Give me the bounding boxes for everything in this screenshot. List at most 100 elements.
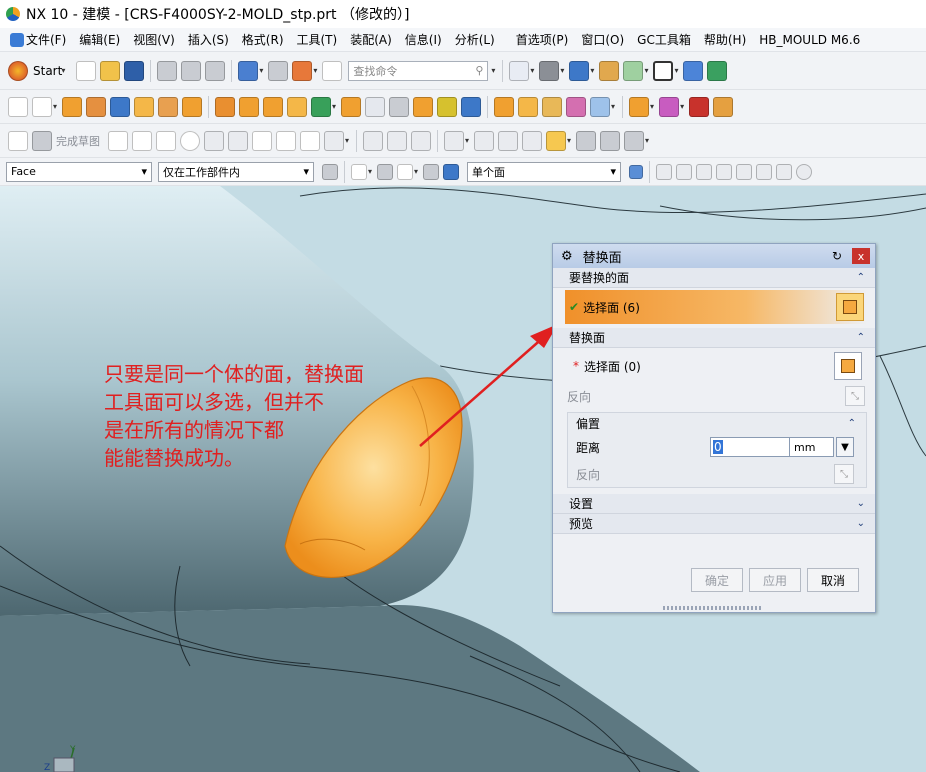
reverse-direction-button[interactable]: ⤡	[845, 386, 865, 406]
offset-face-icon[interactable]	[413, 96, 434, 117]
command-search-input[interactable]: 查找命令 ⚲	[348, 60, 489, 81]
save-icon[interactable]	[124, 60, 145, 81]
background-color-icon[interactable]	[653, 60, 674, 81]
pattern-face-icon[interactable]	[263, 96, 284, 117]
quick-extend-icon[interactable]	[387, 130, 408, 151]
finish-sketch-label[interactable]: 完成草图	[56, 133, 100, 149]
sketch-tool-3-icon[interactable]	[624, 130, 645, 151]
menu-tools[interactable]: 工具(T)	[297, 31, 338, 48]
pick-icon[interactable]	[377, 163, 394, 180]
fillet-icon[interactable]	[204, 130, 224, 151]
open-folder-icon[interactable]	[100, 60, 121, 81]
pattern-feature-icon[interactable]	[239, 96, 260, 117]
unite-icon[interactable]	[311, 96, 332, 117]
line-icon[interactable]	[132, 130, 152, 151]
close-icon[interactable]: x	[852, 248, 870, 264]
arrow-down-icon[interactable]: ▼	[836, 437, 854, 457]
face-blend-icon[interactable]	[542, 96, 563, 117]
constraint-icon[interactable]	[444, 130, 465, 151]
hole-icon[interactable]	[110, 96, 131, 117]
new-file-icon[interactable]	[76, 60, 97, 81]
copy-icon[interactable]	[181, 60, 202, 81]
snap-intersection-icon[interactable]	[716, 163, 733, 180]
polyline-icon[interactable]	[276, 130, 296, 151]
move-object-icon[interactable]	[683, 60, 704, 81]
dimension-icon[interactable]	[474, 130, 495, 151]
cancel-button[interactable]: 取消	[807, 568, 859, 592]
selection-scope-select[interactable]: 仅在工作部件内 ▾	[158, 161, 314, 182]
menu-help[interactable]: 帮助(H)	[704, 31, 746, 48]
select-tool-face-button[interactable]	[834, 352, 862, 380]
quick-trim-icon[interactable]	[363, 130, 384, 151]
menu-edit[interactable]: 编辑(E)	[79, 31, 120, 48]
menu-file[interactable]: 文件(F)	[26, 31, 66, 48]
render-style-icon[interactable]	[539, 60, 560, 81]
mold-tool-3-icon[interactable]	[689, 96, 710, 117]
undo-icon[interactable]	[238, 60, 259, 81]
assembly-tool-icon[interactable]	[292, 60, 313, 81]
offset-group-header[interactable]: 偏置 ⌃	[568, 413, 866, 433]
export-icon[interactable]	[707, 60, 728, 81]
reset-icon[interactable]: ↻	[832, 249, 842, 263]
rib-icon[interactable]	[215, 96, 236, 117]
resize-grip[interactable]	[663, 606, 763, 610]
edge-blend-icon[interactable]	[494, 96, 515, 117]
circle-icon[interactable]	[180, 130, 200, 151]
menu-view[interactable]: 视图(V)	[133, 31, 175, 48]
sketch-icon[interactable]	[8, 96, 28, 117]
menu-hb-mould[interactable]: HB_MOULD M6.6	[759, 33, 860, 47]
boss-icon[interactable]	[134, 96, 155, 117]
distance-input[interactable]: 0	[710, 437, 790, 457]
chamfer-sketch-icon[interactable]	[228, 130, 248, 151]
fit-view-icon[interactable]	[509, 60, 530, 81]
extrude-icon[interactable]	[62, 96, 83, 117]
offset-curve-icon[interactable]	[498, 130, 519, 151]
pocket-icon[interactable]	[158, 96, 179, 117]
snap-icon[interactable]	[546, 130, 567, 151]
distance-unit-select[interactable]: mm	[790, 437, 834, 457]
cut-icon[interactable]	[157, 60, 178, 81]
replace-face-icon[interactable]	[566, 96, 587, 117]
snap-arc-center-icon[interactable]	[736, 163, 753, 180]
sew-icon[interactable]	[389, 96, 410, 117]
snap-point-icon[interactable]	[796, 163, 813, 180]
snap-on-curve-icon[interactable]	[776, 163, 793, 180]
make-corner-icon[interactable]	[411, 130, 432, 151]
group-preview[interactable]: 预览 ⌄	[553, 514, 875, 534]
redo-icon[interactable]	[268, 60, 289, 81]
show-hide-icon[interactable]	[623, 60, 644, 81]
point-icon[interactable]	[300, 130, 320, 151]
menu-preferences[interactable]: 首选项(P)	[516, 31, 569, 48]
sketch-task-icon[interactable]	[8, 130, 28, 151]
finish-sketch-icon[interactable]	[32, 130, 52, 151]
pad-icon[interactable]	[182, 96, 203, 117]
rectangle-icon[interactable]	[252, 130, 272, 151]
menu-app-icon[interactable]	[10, 32, 24, 47]
box-select-icon[interactable]	[397, 163, 414, 180]
chamfer-icon[interactable]	[518, 96, 539, 117]
gear-icon[interactable]: ⚙	[561, 249, 573, 264]
face-rule-select[interactable]: 单个面 ▾	[467, 161, 622, 182]
group-settings[interactable]: 设置 ⌄	[553, 494, 875, 514]
trim-body-icon[interactable]	[341, 96, 362, 117]
reverse-offset-button[interactable]: ⤡	[834, 464, 854, 484]
sketch-tool-2-icon[interactable]	[600, 130, 621, 151]
split-body-icon[interactable]	[365, 96, 386, 117]
menu-analysis[interactable]: 分析(L)	[455, 31, 495, 48]
filter-tool-icon[interactable]	[322, 163, 338, 180]
shell-icon[interactable]	[437, 96, 458, 117]
group-target-faces[interactable]: 要替换的面 ⌃	[553, 268, 875, 288]
mold-tool-2-icon[interactable]	[659, 96, 680, 117]
menu-gc-toolbox[interactable]: GC工具箱	[637, 31, 691, 48]
select-tool-face-row[interactable]: * 选择面 (0)	[553, 348, 875, 384]
sketch-tool-1-icon[interactable]	[576, 130, 597, 151]
snap-endpoint-icon[interactable]	[656, 163, 673, 180]
layer-icon[interactable]	[599, 60, 620, 81]
mold-tool-4-icon[interactable]	[713, 96, 734, 117]
view-orientation-icon[interactable]	[569, 60, 590, 81]
ok-button[interactable]: 确定	[691, 568, 743, 592]
group-tool-faces[interactable]: 替换面 ⌃	[553, 328, 875, 348]
snap-midpoint-icon[interactable]	[676, 163, 693, 180]
arrow-right-icon[interactable]	[629, 164, 644, 179]
revolve-icon[interactable]	[86, 96, 107, 117]
